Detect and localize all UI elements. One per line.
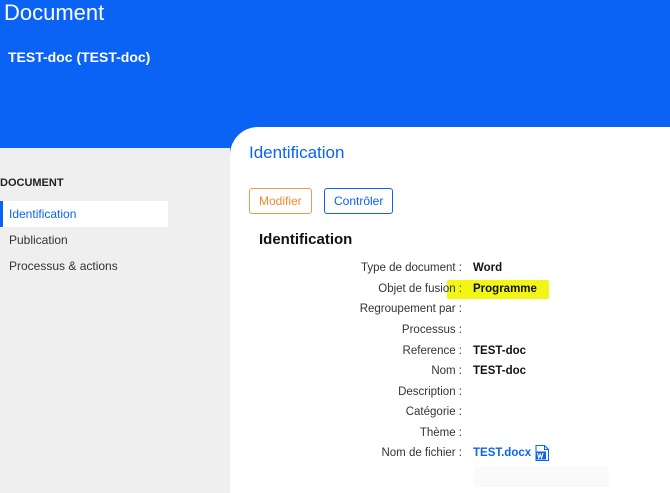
field-value: Word	[473, 262, 503, 274]
field-label: Thème :	[419, 427, 462, 439]
field-nom: Nom : TEST-doc	[230, 365, 670, 383]
field-nom-fichier: Nom de fichier : TEST.docx	[230, 447, 670, 465]
word-file-icon[interactable]	[535, 445, 549, 461]
document-title: TEST-doc (TEST-doc)	[8, 49, 151, 65]
sidebar-heading: DOCUMENT	[0, 177, 64, 189]
field-value: TEST-doc	[473, 345, 527, 357]
field-type-document: Type de document : Word	[230, 262, 670, 280]
field-reference: Reference : TEST-doc	[230, 345, 670, 363]
field-value: TEST-doc	[473, 365, 527, 377]
sidebar-item-processus-actions[interactable]: Processus & actions	[0, 253, 168, 279]
footer-area	[474, 467, 609, 487]
field-processus: Processus :	[230, 324, 670, 342]
field-label: Type de document :	[360, 262, 462, 274]
field-label: Catégorie :	[405, 406, 462, 418]
identification-subheading: Identification	[259, 231, 353, 248]
field-label: Nom :	[431, 365, 462, 377]
controler-button[interactable]: Contrôler	[324, 188, 394, 214]
modifier-button[interactable]: Modifier	[249, 188, 312, 214]
field-value: Programme	[473, 283, 537, 295]
field-objet-fusion: Objet de fusion : Programme	[230, 283, 670, 301]
main-panel: Identification Modifier Contrôler Identi…	[230, 127, 670, 493]
app-title: Document	[4, 0, 105, 25]
field-regroupement: Regroupement par :	[230, 303, 670, 321]
field-label: Nom de fichier :	[381, 447, 462, 459]
sidebar: DOCUMENT Identification Publication Proc…	[0, 148, 230, 493]
field-description: Description :	[230, 386, 670, 404]
field-theme: Thème :	[230, 427, 670, 445]
file-link[interactable]: TEST.docx	[473, 447, 531, 459]
field-categorie: Catégorie :	[230, 406, 670, 424]
section-title: Identification	[249, 143, 345, 162]
field-label: Objet de fusion :	[378, 283, 462, 295]
field-label: Processus :	[401, 324, 462, 336]
sidebar-item-publication[interactable]: Publication	[0, 227, 168, 253]
field-label: Description :	[398, 386, 462, 398]
sidebar-item-identification[interactable]: Identification	[0, 201, 168, 227]
field-label: Reference :	[402, 345, 462, 357]
field-label: Regroupement par :	[359, 303, 462, 315]
